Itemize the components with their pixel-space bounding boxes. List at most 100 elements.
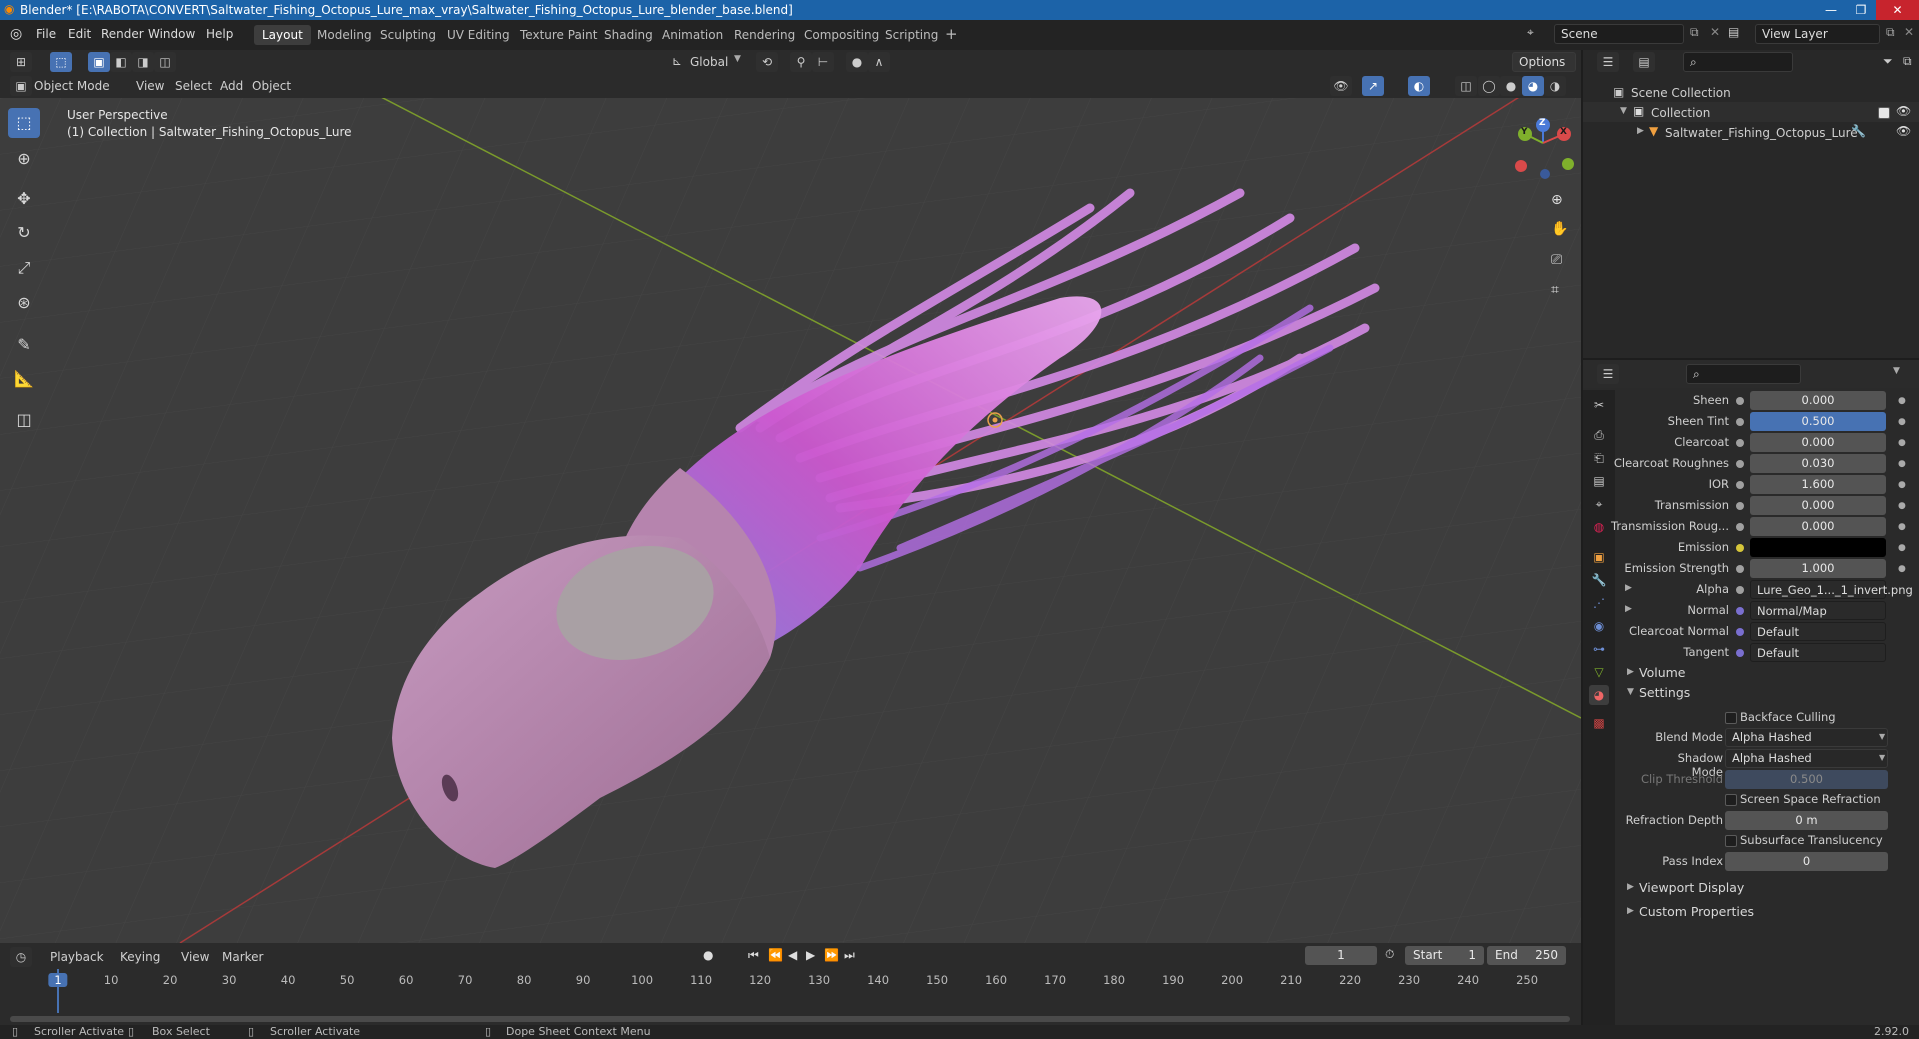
transform-tool-icon[interactable]: ⊛ bbox=[8, 288, 40, 318]
keyframe-dot-icon[interactable]: ● bbox=[1898, 438, 1906, 448]
socket-icon[interactable] bbox=[1736, 418, 1744, 426]
object-label[interactable]: Saltwater_Fishing_Octopus_Lure bbox=[1665, 126, 1858, 140]
world-tab-icon[interactable]: ◍ bbox=[1589, 517, 1609, 537]
wireframe-shading-icon[interactable]: ◯ bbox=[1478, 76, 1500, 96]
add-workspace-icon[interactable]: + bbox=[945, 25, 958, 43]
ssr-label[interactable]: Screen Space Refraction bbox=[1740, 792, 1881, 806]
tab-animation[interactable]: Animation bbox=[654, 25, 731, 45]
options-dropdown[interactable]: Options bbox=[1512, 52, 1576, 72]
expand-icon[interactable]: ▶ bbox=[1627, 882, 1634, 892]
scale-tool-icon[interactable]: ⤢ bbox=[8, 253, 40, 283]
view-layer-tab-icon[interactable]: ▤ bbox=[1589, 471, 1609, 491]
menu-keying[interactable]: Keying bbox=[114, 947, 166, 967]
settings-section[interactable]: Settings bbox=[1639, 685, 1690, 700]
play-reverse-icon[interactable]: ◀ bbox=[788, 948, 797, 962]
socket-icon[interactable] bbox=[1736, 397, 1744, 405]
clock-icon[interactable]: ⏱ bbox=[1385, 947, 1394, 962]
menu-view[interactable]: View bbox=[175, 947, 215, 967]
properties-editor-type-icon[interactable]: ☰ bbox=[1597, 364, 1619, 384]
add-cube-tool-icon[interactable]: ◫ bbox=[8, 405, 40, 435]
menu-add[interactable]: Add bbox=[214, 76, 249, 96]
material-tab-icon[interactable]: ◕ bbox=[1589, 685, 1609, 705]
menu-view[interactable]: View bbox=[130, 76, 170, 96]
gizmo-x-label[interactable]: X bbox=[1560, 127, 1567, 137]
socket-icon[interactable] bbox=[1736, 460, 1744, 468]
transform-orientation-dropdown[interactable]: Global bbox=[684, 52, 734, 72]
jump-keyframe-forward-icon[interactable]: ⏩ bbox=[824, 948, 839, 962]
tangent-field[interactable]: Default bbox=[1750, 643, 1886, 662]
particles-tab-icon[interactable]: ⋰ bbox=[1589, 593, 1609, 613]
expand-icon[interactable]: ▶ bbox=[1625, 583, 1632, 593]
texture-tab-icon[interactable]: ▩ bbox=[1589, 713, 1609, 733]
menu-file[interactable]: File bbox=[36, 27, 56, 41]
collection-visibility-icon[interactable]: 👁 bbox=[1896, 104, 1911, 118]
move-tool-icon[interactable]: ✥ bbox=[8, 184, 40, 214]
minimize-button[interactable]: — bbox=[1816, 0, 1846, 20]
properties-search-input[interactable]: ⌕ bbox=[1686, 364, 1801, 384]
menu-render[interactable]: Render bbox=[101, 27, 144, 41]
tab-uv-editing[interactable]: UV Editing bbox=[439, 25, 518, 45]
zoom-icon[interactable]: ⊕ bbox=[1551, 192, 1563, 208]
socket-icon[interactable] bbox=[1736, 523, 1744, 531]
ior-field[interactable]: 1.600 bbox=[1750, 475, 1886, 494]
menu-window[interactable]: Window bbox=[148, 27, 195, 41]
tab-sculpting[interactable]: Sculpting bbox=[372, 25, 444, 45]
gizmo-z-label[interactable]: Z bbox=[1539, 118, 1546, 128]
menu-help[interactable]: Help bbox=[206, 27, 233, 41]
start-frame-field[interactable]: Start 1 bbox=[1405, 946, 1484, 965]
select-subtract-icon[interactable]: ◨ bbox=[132, 52, 154, 72]
select-box-tool-icon[interactable]: ⬚ bbox=[8, 108, 40, 138]
keyframe-dot-icon[interactable]: ● bbox=[1898, 522, 1906, 532]
timeline-scrollbar[interactable] bbox=[10, 1016, 1570, 1022]
custom-properties-section[interactable]: Custom Properties bbox=[1639, 904, 1754, 919]
constraints-tab-icon[interactable]: ⊶ bbox=[1589, 639, 1609, 659]
expand-icon[interactable]: ▶ bbox=[1625, 604, 1632, 614]
collection-label[interactable]: Collection bbox=[1651, 106, 1710, 120]
sss-label[interactable]: Subsurface Translucency bbox=[1740, 833, 1883, 847]
camera-icon[interactable]: ⎚ bbox=[1551, 252, 1562, 268]
socket-icon[interactable] bbox=[1736, 544, 1744, 552]
rendered-shading-icon[interactable]: ◑ bbox=[1544, 76, 1566, 96]
scene-collection-label[interactable]: Scene Collection bbox=[1631, 86, 1731, 100]
outliner-search-input[interactable]: ⌕ bbox=[1683, 52, 1793, 72]
end-frame-field[interactable]: End 250 bbox=[1487, 946, 1566, 965]
outliner-editor-type-icon[interactable]: ☰ bbox=[1597, 52, 1619, 72]
mode-dropdown[interactable]: Object Mode bbox=[28, 76, 116, 96]
keyframe-dot-icon[interactable]: ● bbox=[1898, 564, 1906, 574]
menu-marker[interactable]: Marker bbox=[216, 947, 269, 967]
keyframe-dot-icon[interactable]: ● bbox=[1898, 459, 1906, 469]
transmission-roughness-field[interactable]: 0.000 bbox=[1750, 517, 1886, 536]
expand-icon[interactable]: ▶ bbox=[1627, 667, 1634, 677]
tab-scripting[interactable]: Scripting bbox=[877, 25, 946, 45]
clip-threshold-field[interactable]: 0.500 bbox=[1725, 770, 1888, 789]
new-view-layer-icon[interactable]: ⧉ bbox=[1886, 25, 1895, 40]
sheen-field[interactable]: 0.000 bbox=[1750, 391, 1886, 410]
new-collection-icon[interactable]: ⧉ bbox=[1903, 54, 1912, 69]
jump-end-icon[interactable]: ⏭ bbox=[844, 948, 855, 963]
keyframe-dot-icon[interactable]: ● bbox=[1898, 501, 1906, 511]
xray-icon[interactable]: ◫ bbox=[1455, 76, 1477, 96]
chevron-down-icon[interactable]: ▼ bbox=[1893, 366, 1900, 376]
menu-edit[interactable]: Edit bbox=[68, 27, 91, 41]
menu-select[interactable]: Select bbox=[169, 76, 218, 96]
hand-pan-icon[interactable]: ✋ bbox=[1551, 221, 1568, 237]
blend-mode-dropdown[interactable]: Alpha Hashed bbox=[1725, 728, 1888, 747]
select-extend-icon[interactable]: ◧ bbox=[110, 52, 132, 72]
menu-object[interactable]: Object bbox=[246, 76, 297, 96]
viewport-display-section[interactable]: Viewport Display bbox=[1639, 880, 1744, 895]
tool-tab-icon[interactable]: ✂ bbox=[1589, 395, 1609, 415]
physics-tab-icon[interactable]: ◉ bbox=[1589, 616, 1609, 636]
record-icon[interactable]: ● bbox=[703, 948, 713, 962]
socket-icon[interactable] bbox=[1736, 439, 1744, 447]
visibility-icon[interactable]: 👁 bbox=[1330, 76, 1352, 96]
annotate-tool-icon[interactable]: ✎ bbox=[8, 330, 40, 360]
data-tab-icon[interactable]: ▽ bbox=[1589, 662, 1609, 682]
material-shading-icon[interactable]: ◕ bbox=[1522, 76, 1544, 96]
proportional-edit-icon[interactable]: ● bbox=[846, 52, 868, 72]
menu-playback[interactable]: Playback bbox=[44, 947, 110, 967]
normal-link-field[interactable]: Normal/Map bbox=[1750, 601, 1886, 620]
maximize-button[interactable]: ❐ bbox=[1846, 0, 1876, 20]
modifier-tab-icon[interactable]: 🔧 bbox=[1589, 570, 1609, 590]
cursor-tool-icon[interactable]: ⊕ bbox=[8, 144, 40, 174]
blender-menu-icon[interactable]: ◎ bbox=[10, 26, 22, 42]
